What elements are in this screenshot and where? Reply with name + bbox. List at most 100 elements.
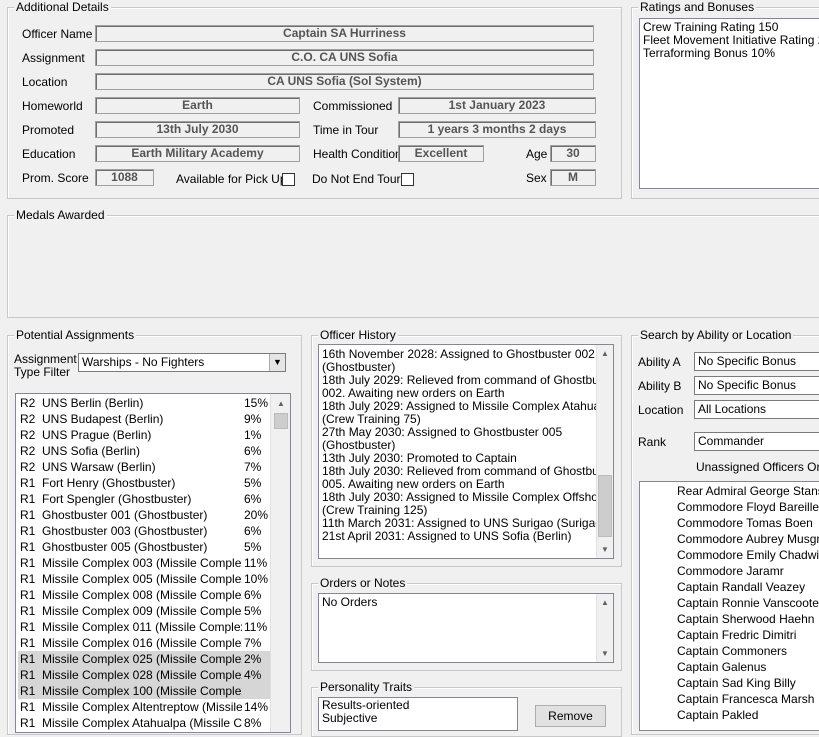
promoted-label: Promoted — [22, 123, 75, 137]
additional-details-title: Additional Details — [14, 0, 111, 14]
assignment-row[interactable]: R2 UNS Warsaw (Berlin) 7% — [18, 459, 270, 475]
health-label: Health Condition — [313, 147, 402, 161]
assignment-row[interactable]: R1 Missile Complex Altentreptow (Missile … — [18, 699, 270, 715]
assignment-row-highlighted[interactable]: R1 Missile Complex 100 (Missile Complex) — [18, 683, 270, 699]
scroll-up-icon[interactable]: ▲ — [273, 395, 289, 412]
time-in-tour-field: 1 years 3 months 2 days — [398, 121, 596, 138]
homeworld-field: Earth — [95, 97, 300, 114]
officer-item[interactable]: Commodore Jaramr — [677, 563, 784, 579]
officer-item[interactable]: Captain Galenus — [677, 659, 766, 675]
officer-item[interactable]: Captain Ronnie Vanscooter — [677, 595, 819, 611]
officer-item[interactable]: Captain Fredric Dimitri — [677, 627, 796, 643]
assignment-type-filter-value: Warships - No Fighters — [82, 355, 205, 369]
assignment-row[interactable]: R1 Fort Spengler (Ghostbuster) 6% — [18, 491, 270, 507]
ability-b-select[interactable]: No Specific Bonus — [694, 376, 819, 395]
filter-label: Type Filter — [14, 365, 71, 379]
assignment-label: Assignment — [22, 51, 85, 65]
assignment-row-highlighted[interactable]: R1 Missile Complex 028 (Missile Complex) 4… — [18, 667, 270, 683]
chevron-down-icon: ▼ — [269, 354, 285, 371]
scroll-up-icon[interactable]: ▲ — [597, 345, 613, 362]
officer-history-title: Officer History — [318, 328, 398, 342]
rank-label: Rank — [638, 435, 667, 449]
rank-select[interactable]: Commander — [694, 432, 819, 451]
do-not-end-tour-label: Do Not End Tour — [312, 172, 401, 186]
commissioned-field: 1st January 2023 — [398, 97, 596, 114]
potential-assignments-list[interactable]: R2 UNS Berlin (Berlin) 15% R2 UNS Budapest … — [15, 393, 291, 733]
officer-item[interactable]: Commodore Tomas Boen — [677, 515, 813, 531]
age-field: 30 — [550, 145, 596, 162]
assignment-row[interactable]: R2 UNS Prague (Berlin) 1% — [18, 427, 270, 443]
assignment-row[interactable]: R1 Fort Henry (Ghostbuster) 5% — [18, 475, 270, 491]
orders-title: Orders or Notes — [318, 576, 408, 590]
assignment-row[interactable]: R1 Ghostbuster 001 (Ghostbuster) 20% — [18, 507, 270, 523]
scrollbar-thumb[interactable] — [598, 475, 612, 537]
assignment-row[interactable]: R1 Missile Complex 008 (Missile Complex) 6… — [18, 587, 270, 603]
available-for-pickup-label: Available for Pick Up — [176, 172, 287, 186]
promoted-field: 13th July 2030 — [95, 121, 300, 138]
assignment-row[interactable]: R1 Missile Complex 003 (Missile Complex) 1… — [18, 555, 270, 571]
scroll-down-icon[interactable]: ▼ — [597, 541, 613, 558]
scrollbar-thumb[interactable] — [274, 413, 288, 429]
assignment-row[interactable]: R1Missile Complex Atahualpa (Missile Com… — [18, 715, 270, 731]
prom-score-label: Prom. Score — [22, 171, 89, 185]
officer-name-field: Captain SA Hurriness — [95, 25, 594, 42]
assignment-row[interactable]: R2 UNS Berlin (Berlin) 15% — [18, 395, 270, 411]
ratings-line: Terraforming Bonus 10% — [643, 46, 776, 60]
homeworld-label: Homeworld — [22, 99, 83, 113]
sex-label: Sex — [526, 171, 547, 185]
potential-assignments-scrollbar[interactable]: ▲ — [270, 394, 290, 732]
remove-trait-button[interactable]: Remove — [535, 705, 606, 727]
ability-a-select[interactable]: No Specific Bonus — [694, 352, 819, 371]
officer-item[interactable]: Rear Admiral George Stansbe — [677, 483, 819, 499]
officer-item[interactable]: Commodore Floyd Bareilles — [677, 499, 819, 515]
assignment-row[interactable]: R2 UNS Budapest (Berlin) 9% — [18, 411, 270, 427]
officer-item[interactable]: Captain Sad King Billy — [677, 675, 796, 691]
education-label: Education — [22, 147, 76, 161]
assignment-row[interactable]: R1 Missile Complex 005 (Missile Complex) 1… — [18, 571, 270, 587]
medals-title: Medals Awarded — [14, 208, 107, 222]
officer-item[interactable]: Commodore Emily Chadwick — [677, 547, 819, 563]
officer-item[interactable]: Captain Randall Veazey — [677, 579, 805, 595]
history-line: 21st April 2031: Assigned to UNS Sofia (… — [322, 529, 572, 543]
ability-a-label: Ability A — [638, 355, 681, 369]
assignment-row[interactable]: R2 UNS Sofia (Berlin) 6% — [18, 443, 270, 459]
traits-list[interactable]: Results-oriented Subjective — [318, 697, 518, 731]
potential-assignments-title: Potential Assignments — [14, 328, 137, 342]
assignment-row[interactable]: R1 Missile Complex 009 (Missile Complex) 5… — [18, 603, 270, 619]
assignment-row[interactable]: R1 Ghostbuster 005 (Ghostbuster) 5% — [18, 539, 270, 555]
officer-history-list[interactable]: 16th November 2028: Assigned to Ghostbus… — [318, 344, 614, 559]
officer-item[interactable]: Captain Pakled — [677, 707, 758, 723]
assignment-row-highlighted[interactable]: R1 Missile Complex 025 (Missile Complex) 2… — [18, 651, 270, 667]
assignment-row[interactable]: R1 Missile Complex 016 (Missile Complex) 7… — [18, 635, 270, 651]
sex-field: M — [550, 169, 596, 186]
assignment-field: C.O. CA UNS Sofia — [95, 49, 594, 66]
age-label: Age — [526, 147, 548, 161]
officer-search-results-list[interactable]: Rear Admiral George Stansbe Commodore Fl… — [639, 481, 819, 731]
officer-item[interactable]: Commodore Aubrey Musgrove — [677, 531, 819, 547]
time-in-tour-label: Time in Tour — [313, 123, 379, 137]
officer-item[interactable]: Captain Commoners — [677, 643, 787, 659]
officer-history-scrollbar[interactable]: ▲ ▼ — [596, 345, 613, 558]
assignment-row[interactable]: R1 Missile Complex 011 (Missile Complex) 1… — [18, 619, 270, 635]
orders-text: No Orders — [322, 595, 378, 609]
traits-title: Personality Traits — [318, 680, 415, 694]
orders-textarea[interactable]: No Orders ▲ ▼ — [318, 593, 614, 663]
scroll-down-icon[interactable]: ▼ — [597, 645, 613, 662]
education-field: Earth Military Academy — [95, 145, 300, 162]
scroll-up-icon[interactable]: ▲ — [597, 594, 613, 611]
location-label: Location — [22, 75, 68, 89]
do-not-end-tour-checkbox[interactable] — [401, 173, 414, 186]
search-title: Search by Ability or Location — [638, 328, 794, 342]
ratings-list[interactable]: Crew Training Rating 150 Fleet Movement … — [639, 18, 819, 189]
assignment-type-filter-select[interactable]: Warships - No Fighters ▼ — [78, 353, 286, 372]
available-for-pickup-checkbox[interactable] — [282, 173, 295, 186]
officer-item[interactable]: Captain Sherwood Haehn — [677, 611, 814, 627]
ability-b-label: Ability B — [638, 379, 682, 393]
trait-item: Subjective — [322, 711, 378, 725]
prom-score-field: 1088 — [95, 169, 154, 186]
search-location-select[interactable]: All Locations — [694, 400, 819, 419]
orders-scrollbar[interactable]: ▲ ▼ — [596, 594, 613, 662]
officer-item[interactable]: Captain Francesca Marsh — [677, 691, 814, 707]
assignment-row[interactable]: R1 Ghostbuster 003 (Ghostbuster) 6% — [18, 523, 270, 539]
location-field: CA UNS Sofia (Sol System) — [95, 73, 594, 90]
